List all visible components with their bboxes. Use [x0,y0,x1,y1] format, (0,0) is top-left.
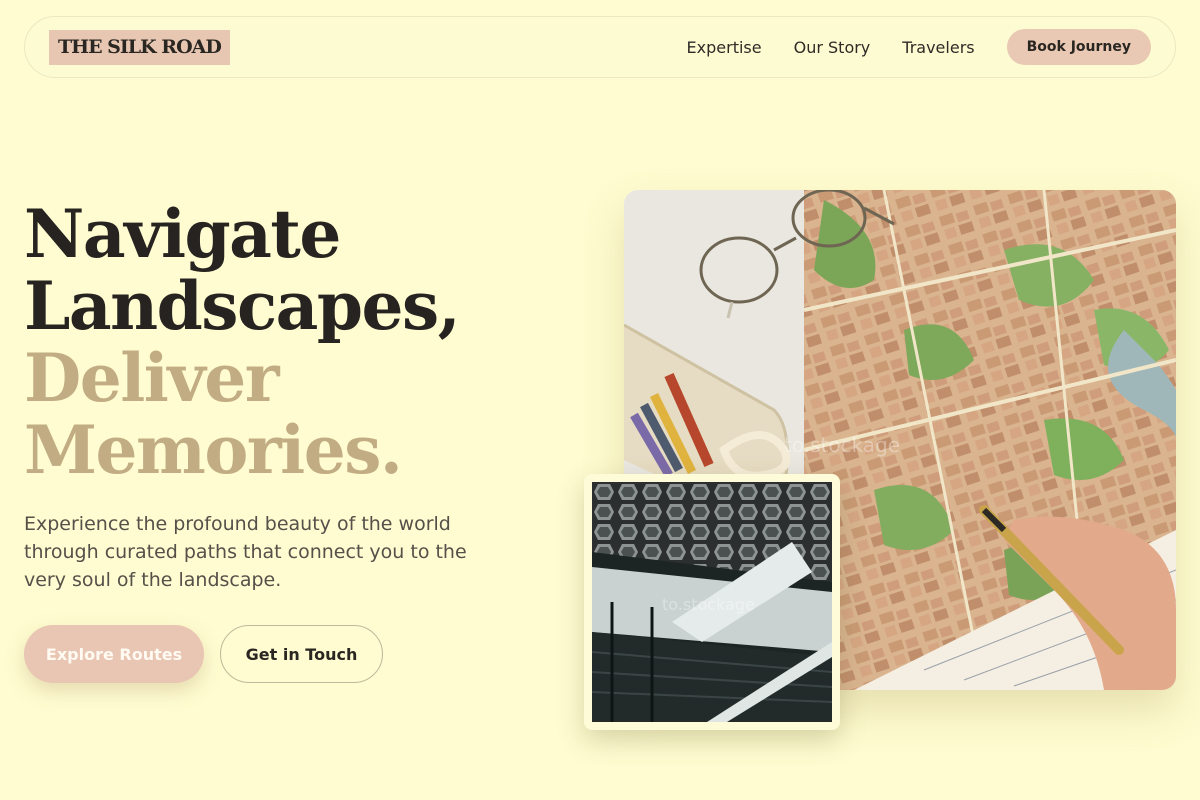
svg-text:to.stockage: to.stockage [662,595,755,614]
architecture-image-card: to.stockage [584,474,840,730]
architecture-photo-illustration: to.stockage [591,482,833,722]
hero-headline: Navigate Landscapes, Deliver Memories. [24,198,584,486]
brand-logo[interactable]: THE SILK ROAD [49,29,230,65]
headline-line-navigate: Navigate [24,195,341,273]
svg-text:to.stockage: to.stockage [784,433,900,457]
landing-page: THE SILK ROAD Expertise Our Story Travel… [0,0,1200,800]
nav-link-travelers[interactable]: Travelers [902,38,974,57]
explore-routes-button[interactable]: Explore Routes [24,625,204,683]
headline-line-deliver: Deliver [24,339,279,417]
top-nav: THE SILK ROAD Expertise Our Story Travel… [24,16,1176,78]
headline-line-memories: Memories. [24,411,403,489]
book-journey-button[interactable]: Book Journey [1006,29,1151,65]
get-in-touch-button[interactable]: Get in Touch [220,625,383,683]
headline-line-landscapes: Landscapes, [24,267,461,345]
hero-description: Experience the profound beauty of the wo… [24,513,467,591]
nav-link-our-story[interactable]: Our Story [794,38,871,57]
nav-link-expertise[interactable]: Expertise [687,38,762,57]
nav-menu: Expertise Our Story Travelers Book Journ… [687,29,1151,65]
